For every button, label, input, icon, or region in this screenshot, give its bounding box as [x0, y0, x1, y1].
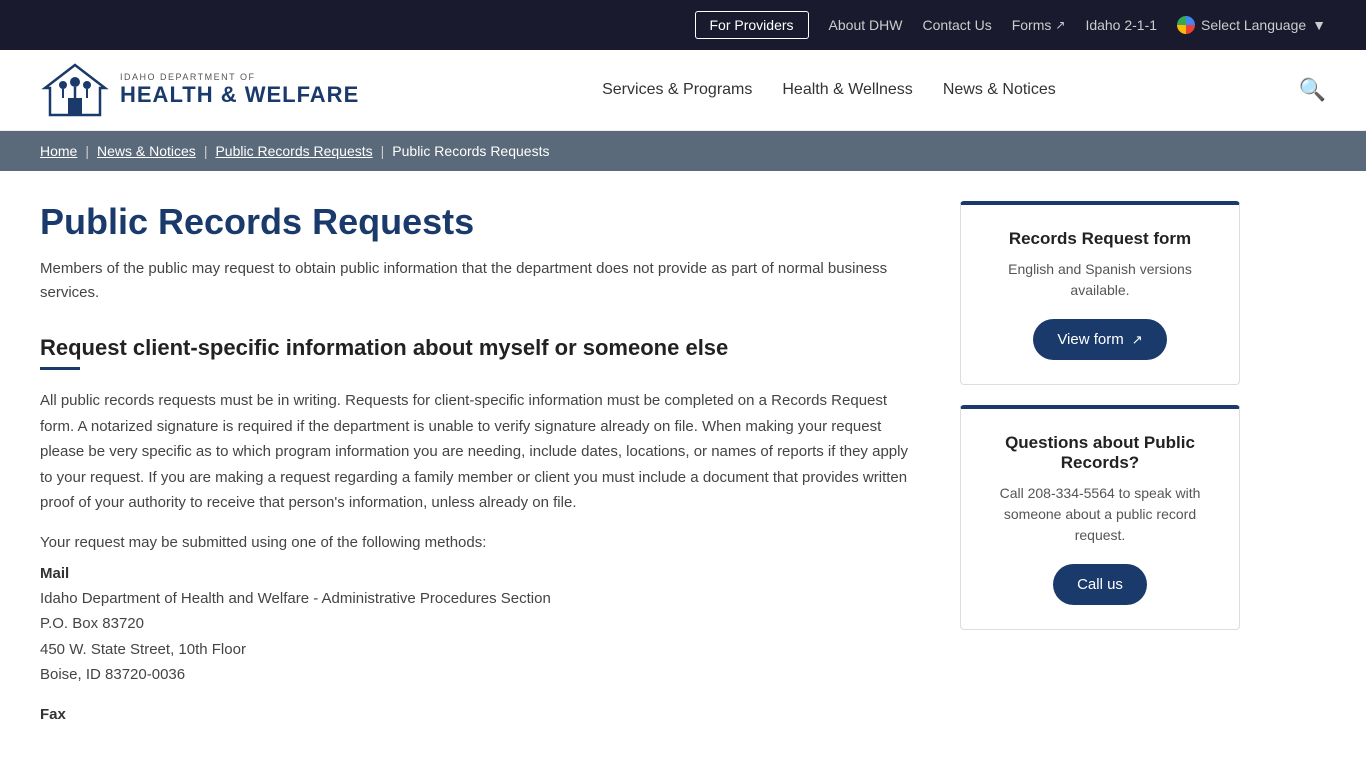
breadcrumb-sep-2: | — [204, 143, 208, 159]
main-header: Idaho Department of HEALTH & WELFARE Ser… — [0, 50, 1366, 131]
language-selector-label: Select Language — [1201, 17, 1306, 33]
forms-link[interactable]: Forms ↗ — [1012, 17, 1066, 33]
content-right: Records Request form English and Spanish… — [960, 201, 1240, 727]
view-form-label: View form — [1057, 331, 1123, 348]
main-nav: Services & Programs Health & Wellness Ne… — [602, 81, 1056, 99]
mail-section: Mail Idaho Department of Health and Welf… — [40, 565, 920, 688]
logo-text: Idaho Department of HEALTH & WELFARE — [120, 72, 359, 108]
breadcrumb-sep-3: | — [381, 143, 385, 159]
card1-title: Records Request form — [981, 229, 1219, 249]
records-request-card: Records Request form English and Spanish… — [960, 201, 1240, 385]
breadcrumb-public-records-1[interactable]: Public Records Requests — [215, 143, 372, 159]
external-link-icon: ↗ — [1055, 18, 1065, 32]
nav-services-programs[interactable]: Services & Programs — [602, 81, 752, 99]
contact-us-link[interactable]: Contact Us — [922, 17, 991, 33]
about-dhw-link[interactable]: About DHW — [829, 17, 903, 33]
mail-line4: Boise, ID 83720-0036 — [40, 662, 920, 688]
chevron-down-icon: ▼ — [1312, 17, 1326, 33]
breadcrumb-news-notices[interactable]: News & Notices — [97, 143, 196, 159]
page-subtitle: Members of the public may request to obt… — [40, 257, 920, 305]
card2-subtitle: Call 208-334-5564 to speak with someone … — [981, 483, 1219, 546]
page-title: Public Records Requests — [40, 201, 920, 243]
logo-area[interactable]: Idaho Department of HEALTH & WELFARE — [40, 60, 359, 120]
nav-health-wellness[interactable]: Health & Wellness — [782, 81, 912, 99]
call-us-label: Call us — [1077, 576, 1123, 593]
language-selector[interactable]: Select Language ▼ — [1177, 16, 1326, 34]
top-bar: For Providers About DHW Contact Us Forms… — [0, 0, 1366, 50]
section-underline — [40, 367, 80, 370]
idaho-211-link[interactable]: Idaho 2-1-1 — [1085, 17, 1157, 33]
mail-line2: P.O. Box 83720 — [40, 611, 920, 637]
nav-news-notices[interactable]: News & Notices — [943, 81, 1056, 99]
logo-subtitle: Idaho Department of — [120, 72, 359, 82]
breadcrumb-current: Public Records Requests — [392, 143, 549, 159]
fax-label: Fax — [40, 706, 920, 723]
public-records-question-card: Questions about Public Records? Call 208… — [960, 405, 1240, 630]
breadcrumb-home[interactable]: Home — [40, 143, 77, 159]
mail-label: Mail — [40, 565, 920, 582]
mail-line1: Idaho Department of Health and Welfare -… — [40, 586, 920, 612]
main-content: Public Records Requests Members of the p… — [0, 171, 1280, 757]
body-text: All public records requests must be in w… — [40, 388, 920, 516]
external-link-icon: ↗ — [1132, 332, 1143, 348]
call-us-button[interactable]: Call us — [1053, 564, 1147, 605]
logo-svg — [40, 60, 110, 120]
breadcrumb: Home | News & Notices | Public Records R… — [0, 131, 1366, 171]
content-left: Public Records Requests Members of the p… — [40, 201, 920, 727]
view-form-button[interactable]: View form ↗ — [1033, 319, 1166, 360]
mail-line3: 450 W. State Street, 10th Floor — [40, 637, 920, 663]
for-providers-button[interactable]: For Providers — [695, 11, 809, 39]
search-icon: 🔍 — [1299, 77, 1326, 102]
card2-title: Questions about Public Records? — [981, 433, 1219, 473]
submit-methods-text: Your request may be submitted using one … — [40, 534, 920, 551]
card1-subtitle: English and Spanish versions available. — [981, 259, 1219, 301]
search-button[interactable]: 🔍 — [1299, 77, 1326, 103]
logo-title: HEALTH & WELFARE — [120, 82, 359, 108]
breadcrumb-sep-1: | — [85, 143, 89, 159]
section-heading: Request client-specific information abou… — [40, 335, 920, 361]
google-translate-icon — [1177, 16, 1195, 34]
fax-section: Fax — [40, 706, 920, 723]
